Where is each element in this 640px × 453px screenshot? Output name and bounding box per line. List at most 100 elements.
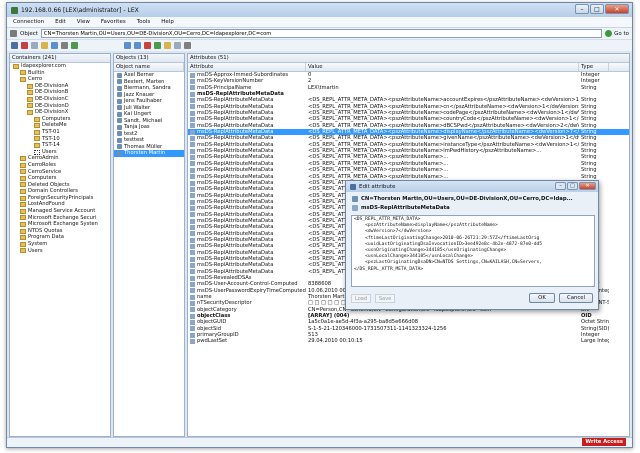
delete-icon[interactable] bbox=[144, 42, 151, 49]
container-label: Cerro bbox=[28, 76, 43, 83]
object-name-column[interactable]: Object name bbox=[114, 63, 184, 71]
container-tree-item[interactable]: CerroAdmin bbox=[10, 155, 110, 162]
container-tree-item[interactable]: Microsoft Exchange Securi bbox=[10, 215, 110, 222]
type-column[interactable]: Type bbox=[579, 63, 609, 71]
value-column[interactable]: Value bbox=[306, 63, 579, 71]
attribute-icon bbox=[190, 79, 195, 85]
attribute-icon bbox=[190, 180, 195, 186]
object-list: Axel Berner Bestert, Marten Biermann, Sand… bbox=[114, 72, 184, 157]
window-title: 192.168.0.66 [LEX\administrator] - LEX bbox=[21, 6, 139, 14]
funnel-icon[interactable] bbox=[184, 42, 191, 49]
load-button[interactable]: Load bbox=[351, 293, 371, 303]
container-tree-item[interactable]: NTDS Quotas bbox=[10, 228, 110, 235]
container-tree-item[interactable]: Cerro bbox=[10, 76, 110, 83]
menu-view[interactable]: View bbox=[77, 19, 90, 25]
container-tree-item[interactable]: Program Data bbox=[10, 234, 110, 241]
container-tree-item[interactable]: CerroService bbox=[10, 169, 110, 176]
user-icon bbox=[117, 98, 122, 104]
folder-icon bbox=[20, 248, 26, 254]
attribute-type-cell: Large Integer bbox=[581, 338, 609, 345]
paste-icon[interactable] bbox=[134, 42, 141, 49]
container-label: DE-DivisionC bbox=[35, 95, 69, 102]
attribute-icon bbox=[190, 313, 195, 319]
folder-icon bbox=[27, 90, 33, 96]
go-to-button[interactable]: Go to bbox=[605, 30, 629, 37]
maximize-button[interactable]: □ bbox=[590, 4, 604, 14]
attribute-icon bbox=[190, 199, 195, 205]
container-tree-item[interactable]: CerroRoles bbox=[10, 162, 110, 169]
properties-icon[interactable] bbox=[31, 42, 38, 49]
attribute-icon bbox=[190, 148, 195, 154]
cancel-button[interactable]: Cancel bbox=[559, 293, 593, 303]
dialog-attribute: msDS-ReplAttributeMetaData bbox=[361, 204, 450, 211]
container-tree-item[interactable]: Computers bbox=[10, 116, 110, 123]
container-tree-item[interactable]: TST-01 bbox=[10, 129, 110, 136]
folder-icon[interactable] bbox=[41, 42, 48, 49]
menu-favorites[interactable]: Favorites bbox=[101, 19, 126, 25]
container-tree-item[interactable]: LostAndFound bbox=[10, 201, 110, 208]
container-tree-item[interactable]: TST-14 bbox=[10, 142, 110, 149]
menu-tools[interactable]: Tools bbox=[137, 19, 151, 25]
container-tree-item[interactable]: ForeignSecurityPrincipals bbox=[10, 195, 110, 202]
container-tree-item[interactable]: DE-DivisionD bbox=[10, 103, 110, 110]
folder-icon bbox=[20, 235, 26, 241]
folder-icon bbox=[20, 215, 26, 221]
container-tree-item[interactable]: Managed Service Account bbox=[10, 208, 110, 215]
attribute-column[interactable]: Attribute bbox=[188, 63, 306, 71]
menu-help[interactable]: Help bbox=[161, 19, 174, 25]
dialog-maximize-button[interactable]: □ bbox=[567, 182, 578, 190]
back-icon[interactable] bbox=[10, 30, 17, 37]
container-tree-item[interactable]: Computers bbox=[10, 175, 110, 182]
attributes-header: Attributes (51) bbox=[188, 54, 629, 63]
attribute-icon bbox=[190, 85, 195, 91]
folder-icon bbox=[27, 96, 33, 102]
container-tree-item[interactable]: System bbox=[10, 241, 110, 248]
container-tree-item[interactable]: ldapexplorer.com bbox=[10, 63, 110, 70]
user-icon bbox=[117, 124, 122, 130]
menu-connection[interactable]: Connection bbox=[13, 19, 44, 25]
container-label: Computers bbox=[28, 175, 57, 182]
copy-icon[interactable] bbox=[124, 42, 131, 49]
object-dn-input[interactable] bbox=[40, 29, 603, 38]
dialog-minimize-button[interactable]: – bbox=[555, 182, 566, 190]
container-label: Computers bbox=[42, 115, 71, 122]
dialog-title-bar: Edit attribute – □ ✕ bbox=[346, 181, 598, 192]
object-bar: Object Go to bbox=[7, 27, 632, 39]
container-label: DE-DivisionD bbox=[35, 102, 69, 109]
container-tree-item[interactable]: DE-DivisionC bbox=[10, 96, 110, 103]
dialog-close-button[interactable]: ✕ bbox=[579, 182, 596, 190]
attribute-icon bbox=[190, 231, 195, 237]
folder-icon bbox=[20, 76, 26, 82]
container-tree-item[interactable]: Domain Controllers bbox=[10, 188, 110, 195]
object-list-item[interactable]: Thorsten Martin bbox=[114, 150, 184, 157]
list-icon[interactable] bbox=[174, 42, 181, 49]
container-tree-item[interactable]: Users bbox=[10, 149, 110, 156]
container-tree-item[interactable]: Deleted Objects bbox=[10, 182, 110, 189]
close-button[interactable]: ✕ bbox=[605, 4, 629, 14]
container-label: ldapexplorer.com bbox=[21, 63, 66, 69]
filter-icon[interactable] bbox=[61, 42, 68, 49]
attribute-row[interactable]: pwdLastSet 29.04.2010 00:10:15 Large Integ… bbox=[188, 338, 629, 344]
menu-edit[interactable]: Edit bbox=[55, 19, 66, 25]
attribute-value-editor[interactable]: <DS_REPL_ATTR_META_DATA> <pszAttributeNa… bbox=[351, 215, 595, 287]
new-attribute-icon[interactable] bbox=[154, 42, 161, 49]
disconnect-icon[interactable] bbox=[21, 42, 28, 49]
folder-icon bbox=[27, 83, 33, 89]
container-tree-item[interactable]: Users bbox=[10, 248, 110, 255]
refresh-icon[interactable] bbox=[51, 42, 58, 49]
dialog-dn-row: CN=Thorsten Martin,OU=Users,OU=DE-Divisi… bbox=[346, 194, 598, 203]
container-tree-item[interactable]: DE-DivisionA bbox=[10, 83, 110, 90]
add-icon[interactable] bbox=[71, 42, 78, 49]
connect-icon[interactable] bbox=[11, 42, 18, 49]
container-tree-item[interactable]: TST-10 bbox=[10, 136, 110, 143]
container-tree-item[interactable]: DE-DivisionX bbox=[10, 109, 110, 116]
minimize-button[interactable]: – bbox=[575, 4, 589, 14]
edit-icon[interactable] bbox=[164, 42, 171, 49]
container-tree-item[interactable]: DeleteMe bbox=[10, 122, 110, 129]
container-tree-item[interactable]: DE-DivisionB bbox=[10, 89, 110, 96]
container-tree-item[interactable]: Builtin bbox=[10, 70, 110, 77]
attribute-icon bbox=[190, 256, 195, 262]
save-file-button[interactable]: Save bbox=[375, 293, 396, 303]
container-tree-item[interactable]: Microsoft Exchange Systen bbox=[10, 221, 110, 228]
ok-button[interactable]: OK bbox=[529, 293, 555, 303]
